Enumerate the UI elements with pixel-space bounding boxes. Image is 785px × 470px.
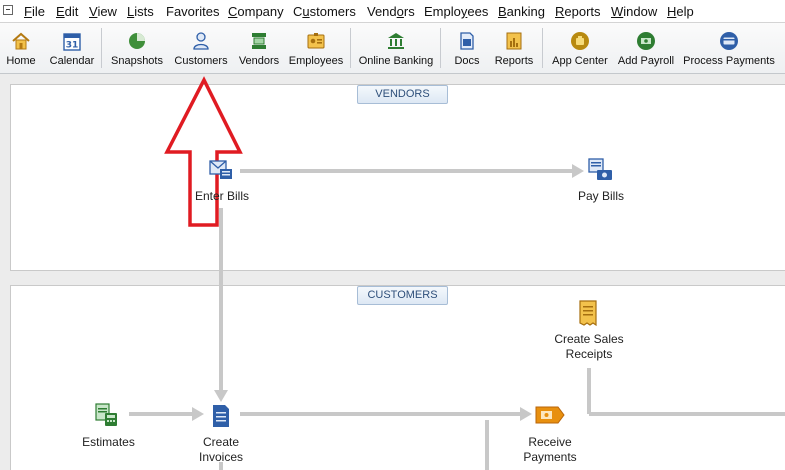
pay-bills-label[interactable]: Pay Bills xyxy=(565,189,637,204)
flow-arrowhead xyxy=(192,407,204,421)
workflow-lines xyxy=(129,76,785,470)
create-invoices-icon[interactable] xyxy=(210,403,232,429)
pay-bills-icon[interactable] xyxy=(586,156,614,184)
estimates-label[interactable]: Estimates xyxy=(71,435,146,450)
flow-arrowhead xyxy=(572,164,584,178)
receive-payments-label[interactable]: Receive Payments xyxy=(510,435,590,465)
estimates-icon[interactable] xyxy=(94,402,120,428)
sales-receipt-icon[interactable] xyxy=(577,299,599,327)
create-sales-receipts-label[interactable]: Create Sales Receipts xyxy=(543,332,635,362)
create-invoices-label[interactable]: Create Invoices xyxy=(184,435,258,465)
flow-arrowhead xyxy=(520,407,532,421)
receive-payments-icon[interactable] xyxy=(534,404,566,426)
flow-arrowhead xyxy=(214,390,228,402)
enter-bills-icon[interactable] xyxy=(207,157,235,183)
enter-bills-label[interactable]: Enter Bills xyxy=(186,189,258,204)
